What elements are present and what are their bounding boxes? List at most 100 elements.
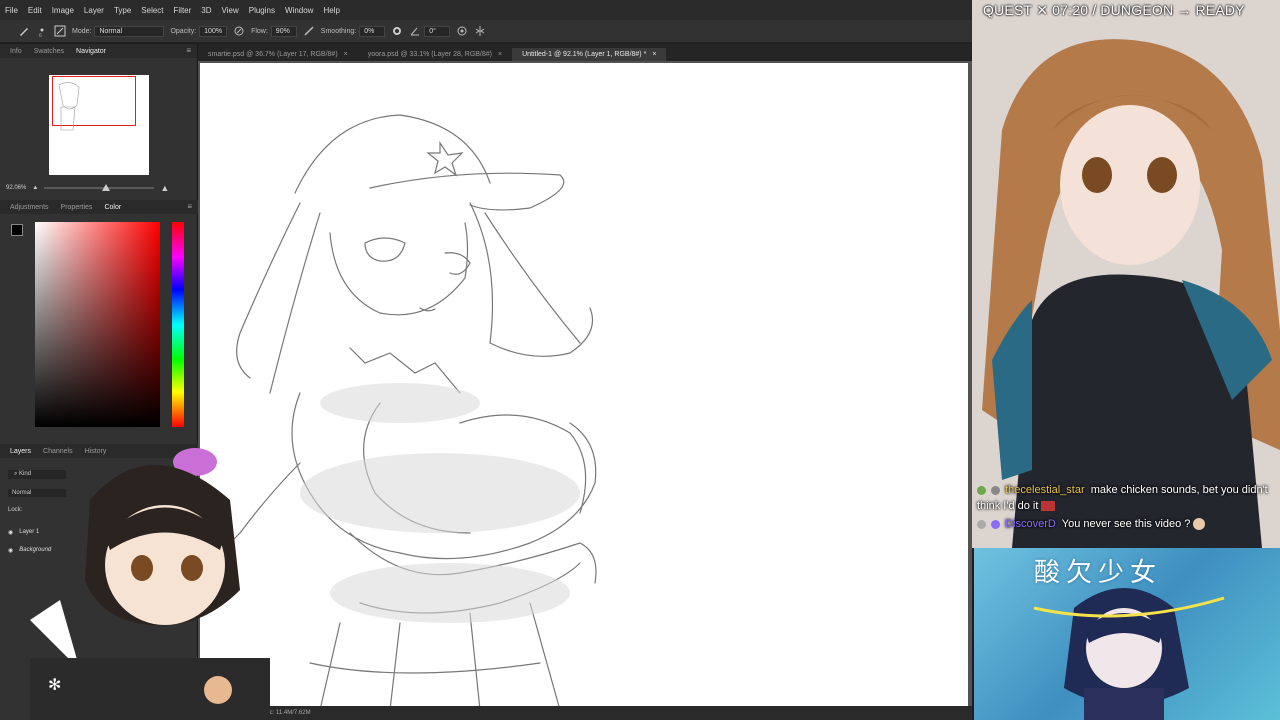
zoom-slider-handle[interactable]	[101, 184, 110, 191]
tab-label: yoora.psd @ 33.1% (Layer 28, RGB/8#)	[367, 51, 492, 58]
pressure-size-icon[interactable]	[456, 25, 468, 37]
pressure-opacity-icon[interactable]	[233, 25, 245, 37]
zoom-slider[interactable]	[44, 184, 155, 191]
menu-select[interactable]: Select	[136, 6, 168, 15]
webcam-overlay	[972, 0, 1280, 548]
angle-input[interactable]: 0°	[424, 25, 451, 37]
mode-select[interactable]: Normal	[94, 25, 165, 37]
tab-untitled[interactable]: Untitled-1 @ 92.1% (Layer 1, RGB/8#) * ×	[512, 48, 667, 61]
panel-menu-icon[interactable]: ≡	[187, 202, 192, 211]
color-panel-tabs: Adjustments Properties Color ≡	[0, 200, 198, 214]
foreground-color-swatch[interactable]	[11, 224, 23, 236]
tab-label: smartie.psd @ 36.7% (Layer 17, RGB/8#)	[208, 51, 338, 58]
mode-label: Mode:	[72, 27, 92, 35]
symmetry-icon[interactable]	[474, 25, 486, 37]
zoom-value[interactable]: 92.06%	[6, 185, 26, 191]
close-icon[interactable]: ×	[652, 51, 656, 58]
tab-swatches[interactable]: Swatches	[28, 48, 70, 55]
drawing-canvas[interactable]	[200, 63, 968, 710]
quest-label: QUEST	[983, 2, 1033, 18]
menu-filter[interactable]: Filter	[169, 6, 197, 15]
menu-3d[interactable]: 3D	[196, 6, 216, 15]
tab-adjustments[interactable]: Adjustments	[4, 204, 55, 211]
thumbnail-sketch	[58, 82, 80, 131]
tab-properties[interactable]: Properties	[55, 204, 99, 211]
chat-username: DiscoverD	[1005, 518, 1056, 530]
vtuber-avatar	[972, 0, 1280, 548]
brush-tool-icon[interactable]	[18, 25, 30, 37]
close-icon: ✕	[1036, 2, 1049, 18]
angle-icon	[409, 25, 421, 37]
flow-control: Flow: 90%	[251, 25, 297, 37]
tab-smartie[interactable]: smartie.psd @ 36.7% (Layer 17, RGB/8#) ×	[198, 48, 358, 61]
screen: File Edit Image Layer Type Select Filter…	[0, 0, 1280, 720]
mode-control: Mode: Normal	[72, 25, 165, 37]
close-icon[interactable]: ×	[498, 51, 502, 58]
tab-color[interactable]: Color	[98, 204, 127, 211]
hue-slider[interactable]	[172, 222, 184, 427]
chat-message: thecelestial_star make chicken sounds, b…	[977, 482, 1277, 514]
brush-preset-icon[interactable]: 6	[36, 25, 48, 37]
tab-label: Untitled-1 @ 92.1% (Layer 1, RGB/8#) *	[522, 51, 647, 58]
emote-icon	[1041, 501, 1056, 512]
bits-badge-icon	[991, 485, 1001, 495]
smoothing-input[interactable]: 0%	[359, 25, 386, 37]
airbrush-icon[interactable]	[303, 25, 315, 37]
status-bar: Doc: 11.4M/7.62M	[198, 706, 972, 720]
options-bar: 6 Mode: Normal Opacity: 100% Flow: 90% S…	[0, 20, 972, 43]
tab-navigator[interactable]: Navigator	[70, 48, 112, 55]
smoothing-control: Smoothing: 0%	[320, 25, 386, 37]
prime-badge-icon	[991, 519, 1001, 529]
canvas-area	[198, 61, 972, 720]
svg-text:6: 6	[39, 33, 42, 37]
menu-bar: File Edit Image Layer Type Select Filter…	[0, 0, 972, 20]
chat-username: thecelestial_star	[1005, 484, 1085, 496]
zoom-in-icon[interactable]: ▲	[160, 183, 169, 193]
menu-layer[interactable]: Layer	[79, 6, 109, 15]
navigator-panel-tabs: Info Swatches Navigator ≡	[0, 44, 197, 58]
chat-text: You never see this video ?	[1061, 518, 1191, 530]
dungeon-label: DUNGEON	[1100, 2, 1174, 18]
menu-file[interactable]: File	[0, 6, 23, 15]
opacity-label: Opacity:	[170, 27, 197, 35]
saturation-value-picker[interactable]	[35, 222, 160, 427]
status-separator: /	[1092, 2, 1097, 18]
zoom-out-icon[interactable]: ▲	[32, 185, 38, 191]
panel-menu-icon[interactable]: ≡	[186, 46, 191, 55]
angle-control: 0°	[409, 25, 451, 37]
menu-type[interactable]: Type	[109, 6, 136, 15]
zoom-row: 92.06% ▲ ▲	[6, 183, 192, 193]
sub-badge-icon	[977, 519, 986, 529]
flow-input[interactable]: 90%	[270, 25, 297, 37]
brush-settings-icon[interactable]	[54, 25, 66, 37]
color-panel: Adjustments Properties Color ≡	[0, 200, 198, 427]
emote-icon	[1193, 518, 1206, 531]
now-playing-album-art: 酸欠少女	[974, 548, 1280, 720]
smoothing-label: Smoothing:	[320, 27, 357, 35]
tab-yoora[interactable]: yoora.psd @ 33.1% (Layer 28, RGB/8#) ×	[358, 48, 512, 61]
quest-timer: 07:20	[1052, 2, 1089, 18]
menu-window[interactable]: Window	[280, 6, 318, 15]
menu-edit[interactable]: Edit	[23, 6, 47, 15]
menu-help[interactable]: Help	[318, 6, 344, 15]
tab-info[interactable]: Info	[4, 48, 28, 55]
chat-overlay: thecelestial_star make chicken sounds, b…	[977, 482, 1277, 532]
album-illustration	[1033, 588, 1225, 720]
flow-label: Flow:	[251, 27, 268, 35]
close-icon[interactable]: ×	[344, 51, 348, 58]
chibi-avatar: ✻	[30, 448, 280, 720]
menu-plugins[interactable]: Plugins	[244, 6, 280, 15]
sketch-drawing	[219, 114, 597, 710]
navigator-thumbnail[interactable]	[49, 75, 149, 175]
arrow-right-icon: →	[1177, 2, 1192, 18]
menu-image[interactable]: Image	[47, 6, 79, 15]
opacity-control: Opacity: 100%	[170, 25, 228, 37]
opacity-input[interactable]: 100%	[199, 25, 228, 37]
sub-badge-icon	[977, 485, 986, 495]
document-tabs: smartie.psd @ 36.7% (Layer 17, RGB/8#) ×…	[198, 44, 972, 61]
chat-message: DiscoverD You never see this video ?	[977, 516, 1277, 532]
dungeon-status: READY	[1195, 2, 1245, 18]
laptop-logo-icon: ✻	[48, 675, 61, 694]
menu-view[interactable]: View	[217, 6, 244, 15]
gear-icon[interactable]	[391, 25, 403, 37]
